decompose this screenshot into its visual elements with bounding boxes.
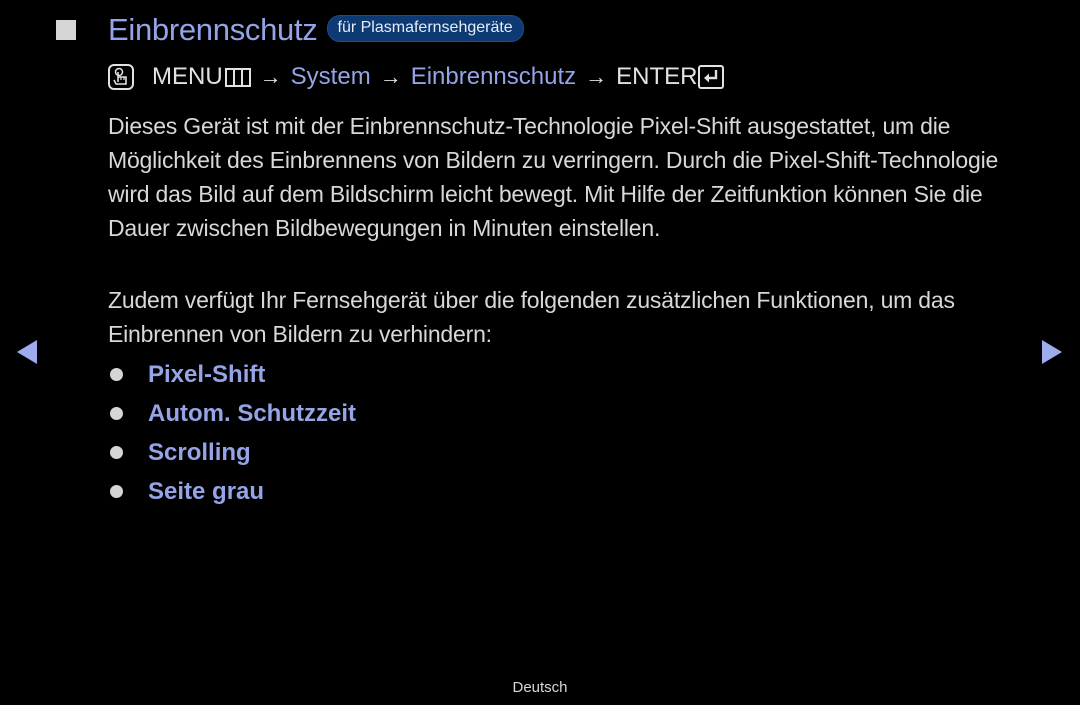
path-arrow: → bbox=[379, 64, 402, 89]
enter-label: ENTER bbox=[616, 63, 698, 90]
hand-remote-icon bbox=[108, 64, 134, 90]
path-arrow: → bbox=[259, 64, 282, 89]
additional-features-paragraph: Zudem verfügt Ihr Fernsehgerät über die … bbox=[108, 287, 955, 347]
feature-label: Pixel-Shift bbox=[148, 360, 266, 388]
bullet-icon bbox=[110, 485, 123, 498]
feature-item-autom-schutzzeit[interactable]: Autom. Schutzzeit bbox=[110, 394, 356, 433]
footer-language: Deutsch bbox=[512, 679, 568, 696]
path-system[interactable]: System bbox=[291, 63, 371, 91]
feature-label: Scrolling bbox=[148, 438, 251, 466]
menu-grid-icon bbox=[224, 67, 251, 87]
feature-label: Seite grau bbox=[148, 477, 265, 505]
menu-label: MENU bbox=[152, 63, 223, 90]
path-einbrennschutz[interactable]: Einbrennschutz bbox=[411, 63, 576, 91]
feature-item-seite-grau[interactable]: Seite grau bbox=[110, 472, 356, 511]
enter-icon bbox=[698, 65, 725, 89]
bullet-icon bbox=[110, 446, 123, 459]
menu-path: MENU → System → Einbrennschutz → ENTER bbox=[108, 61, 725, 93]
plasma-badge: für Plasmafernsehgeräte bbox=[326, 14, 524, 42]
feature-item-pixel-shift[interactable]: Pixel-Shift bbox=[110, 355, 356, 394]
bullet-icon bbox=[110, 368, 123, 381]
bullet-icon bbox=[110, 407, 123, 420]
triangle-right-icon[interactable] bbox=[1042, 340, 1062, 364]
section-square-icon bbox=[56, 20, 76, 40]
feature-list: Pixel-Shift Autom. Schutzzeit Scrolling … bbox=[110, 355, 356, 511]
path-arrow: → bbox=[585, 64, 608, 89]
description-paragraph: Dieses Gerät ist mit der Einbrennschutz-… bbox=[108, 113, 999, 241]
feature-item-scrolling[interactable]: Scrolling bbox=[110, 433, 356, 472]
page-title: Einbrennschutz bbox=[108, 12, 318, 47]
triangle-left-icon[interactable] bbox=[17, 340, 37, 364]
feature-label: Autom. Schutzzeit bbox=[148, 399, 356, 427]
section-header: Einbrennschutz für Plasmafernsehgeräte bbox=[56, 12, 524, 48]
